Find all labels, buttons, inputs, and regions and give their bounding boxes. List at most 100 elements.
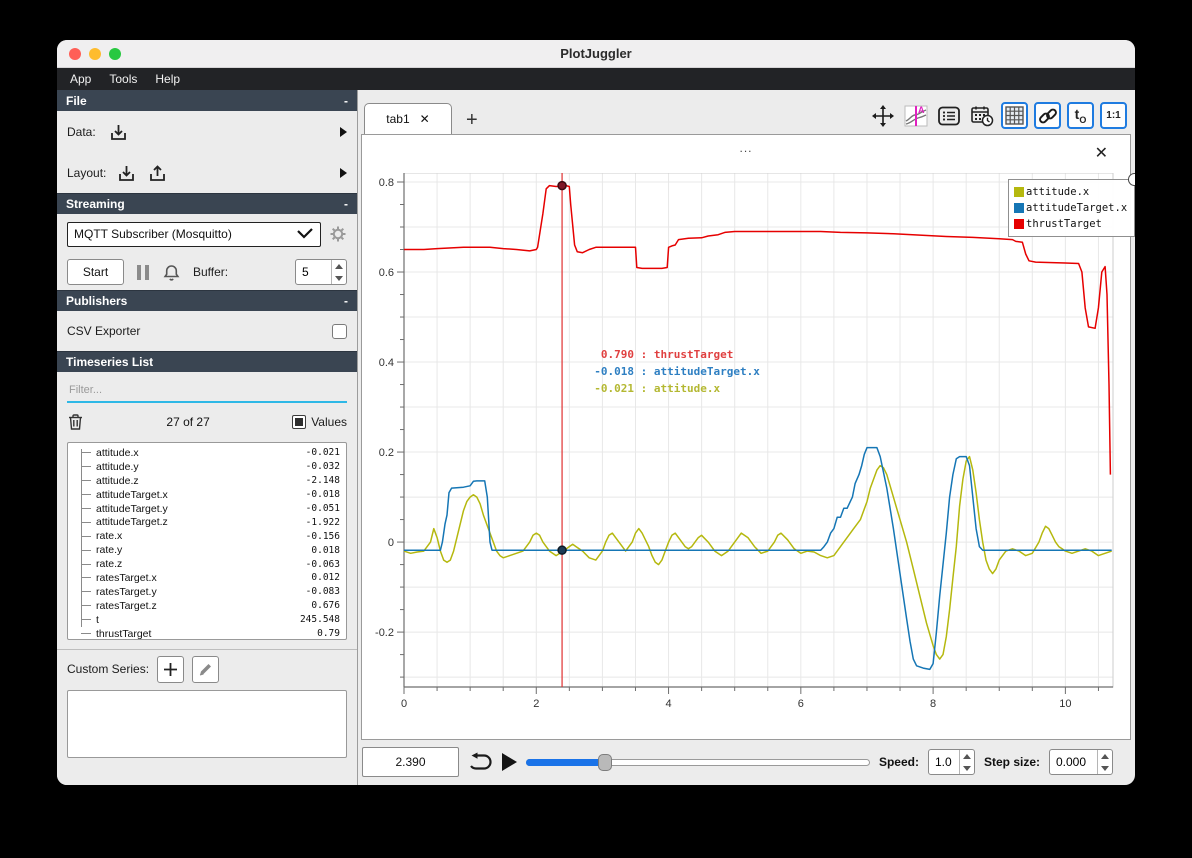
tree-stub <box>81 605 91 607</box>
custom-series-listbox[interactable] <box>67 690 347 758</box>
legend-handle[interactable] <box>1128 173 1135 186</box>
buffer-spinbox[interactable]: 5 <box>295 259 347 285</box>
move-arrows-icon <box>871 104 894 127</box>
ratio-button[interactable]: 1:1 <box>1100 102 1127 129</box>
timeseries-row[interactable]: attitudeTarget.z -1.922 <box>78 515 346 529</box>
edit-custom-series-button[interactable] <box>192 655 220 683</box>
timeseries-name: attitudeTarget.z <box>96 516 168 529</box>
add-tab-button[interactable]: + <box>466 110 478 130</box>
datetime-button[interactable] <box>968 102 995 129</box>
tree-stub <box>81 466 91 468</box>
grid-icon <box>1005 106 1024 125</box>
plot-canvas[interactable]: 0 2 4 6 8 10 -0.2 0 0.2 0.4 0.6 0.8 <box>362 173 1132 723</box>
section-header-file[interactable]: File - <box>57 90 357 111</box>
section-header-publishers[interactable]: Publishers - <box>57 290 357 311</box>
csv-exporter-label: CSV Exporter <box>67 324 141 338</box>
title-bar: PlotJuggler <box>57 40 1135 68</box>
timeseries-list[interactable]: attitude.x -0.021 attitude.y -0.032 attitude… <box>67 442 347 640</box>
speed-label: Speed: <box>878 755 919 769</box>
streaming-section-title: Streaming <box>66 197 125 211</box>
tab-close-icon[interactable]: ✕ <box>420 112 430 126</box>
plot-title-dots[interactable]: ... <box>362 141 1130 155</box>
playback-slider[interactable] <box>526 752 870 772</box>
curve-list-button[interactable] <box>935 102 962 129</box>
link-icon <box>1038 108 1057 123</box>
slider-handle[interactable] <box>598 754 613 771</box>
legend-swatch <box>1014 203 1024 213</box>
collapse-file-icon[interactable]: - <box>344 94 348 108</box>
timeseries-row[interactable]: attitude.x -0.021 <box>78 446 346 460</box>
timeseries-value: -0.021 <box>305 447 340 459</box>
speed-value: 1.0 <box>934 755 952 769</box>
timeseries-row[interactable]: attitude.y -0.032 <box>78 460 346 474</box>
menu-tools[interactable]: Tools <box>100 70 146 88</box>
collapse-streaming-icon[interactable]: - <box>344 197 348 211</box>
timeseries-row[interactable]: rate.x -0.156 <box>78 529 346 543</box>
loop-icon[interactable] <box>468 752 493 772</box>
values-checkbox[interactable] <box>292 414 307 429</box>
notification-bell-icon[interactable] <box>162 263 181 282</box>
trash-icon[interactable] <box>67 413 84 431</box>
tree-stub <box>81 563 91 565</box>
data-expand-icon[interactable] <box>340 127 347 137</box>
pause-icon[interactable] <box>136 264 150 281</box>
legend-swatch <box>1014 187 1024 197</box>
sidebar: File - Data: Layout: Streaming - MQTT Su… <box>57 90 358 785</box>
section-header-streaming[interactable]: Streaming - <box>57 193 357 214</box>
csv-exporter-checkbox[interactable] <box>332 323 347 339</box>
timeseries-row[interactable]: attitude.z -2.148 <box>78 474 346 488</box>
timeseries-value: 245.548 <box>299 614 340 626</box>
plot-close-icon[interactable]: ✕ <box>1095 143 1108 163</box>
step-size-spinbox[interactable]: 0.000 <box>1049 749 1113 775</box>
grid-layout-button[interactable] <box>1001 102 1028 129</box>
streaming-source-select[interactable]: MQTT Subscriber (Mosquitto) <box>67 221 321 247</box>
save-layout-icon[interactable] <box>147 163 168 184</box>
publishers-section-title: Publishers <box>66 294 128 308</box>
legend-item[interactable]: attitudeTarget.x <box>1014 200 1127 216</box>
plot-legend[interactable]: attitude.x attitudeTarget.x thrustTarget <box>1008 173 1135 237</box>
add-custom-series-button[interactable] <box>157 655 185 683</box>
menu-app[interactable]: App <box>61 70 100 88</box>
load-layout-icon[interactable] <box>116 163 137 184</box>
timeseries-row[interactable]: thrustTarget 0.79 <box>78 627 346 639</box>
start-button[interactable]: Start <box>67 259 124 285</box>
timeseries-row[interactable]: attitudeTarget.x -0.018 <box>78 488 346 502</box>
layout-expand-icon[interactable] <box>340 168 347 178</box>
legend-swatch <box>1014 219 1024 229</box>
timeseries-row[interactable]: attitudeTarget.y -0.051 <box>78 502 346 516</box>
timeseries-filter-input[interactable] <box>67 380 347 401</box>
timeseries-row[interactable]: ratesTarget.x 0.012 <box>78 571 346 585</box>
pencil-icon <box>199 663 212 675</box>
tree-stub <box>81 633 91 635</box>
timeseries-row[interactable]: rate.y 0.018 <box>78 543 346 557</box>
tracker-style-button[interactable]: A <box>902 102 929 129</box>
menu-help[interactable]: Help <box>146 70 189 88</box>
timeseries-row[interactable]: ratesTarget.z 0.676 <box>78 599 346 613</box>
load-data-icon[interactable] <box>108 122 129 143</box>
pan-zoom-button[interactable] <box>869 102 896 129</box>
time-origin-button[interactable]: tO <box>1067 102 1094 129</box>
timeseries-row[interactable]: t 245.548 <box>78 613 346 627</box>
legend-item[interactable]: thrustTarget <box>1014 216 1127 232</box>
tree-stub <box>81 577 91 579</box>
tab-label: tab1 <box>386 112 410 126</box>
collapse-publishers-icon[interactable]: - <box>344 294 348 308</box>
layout-label: Layout: <box>67 166 107 180</box>
legend-item[interactable]: attitude.x <box>1014 184 1127 200</box>
section-header-timeseries[interactable]: Timeseries List <box>57 351 357 372</box>
link-axes-button[interactable] <box>1034 102 1061 129</box>
timeseries-row[interactable]: rate.z -0.063 <box>78 557 346 571</box>
playback-time-field[interactable]: 2.390 <box>362 747 459 777</box>
play-button[interactable] <box>502 753 517 771</box>
timeseries-value: -2.148 <box>305 475 340 487</box>
speed-spinbox[interactable]: 1.0 <box>927 749 975 775</box>
timeseries-value: 0.012 <box>311 572 340 584</box>
plot-toolbar: A tO 1:1 <box>869 102 1127 134</box>
app-window: PlotJuggler App Tools Help File - Data: … <box>57 40 1135 785</box>
timeseries-row[interactable]: ratesTarget.y -0.083 <box>78 585 346 599</box>
streaming-settings-gear-icon[interactable] <box>329 225 347 243</box>
tab-tab1[interactable]: tab1 ✕ <box>364 103 452 134</box>
tree-stub <box>81 508 91 509</box>
plot-widget[interactable]: ... ✕ 0 2 4 6 8 10 -0.2 0 0.2 0.4 0.6 0.8 attitude.… <box>361 134 1135 740</box>
list-icon <box>937 106 960 125</box>
